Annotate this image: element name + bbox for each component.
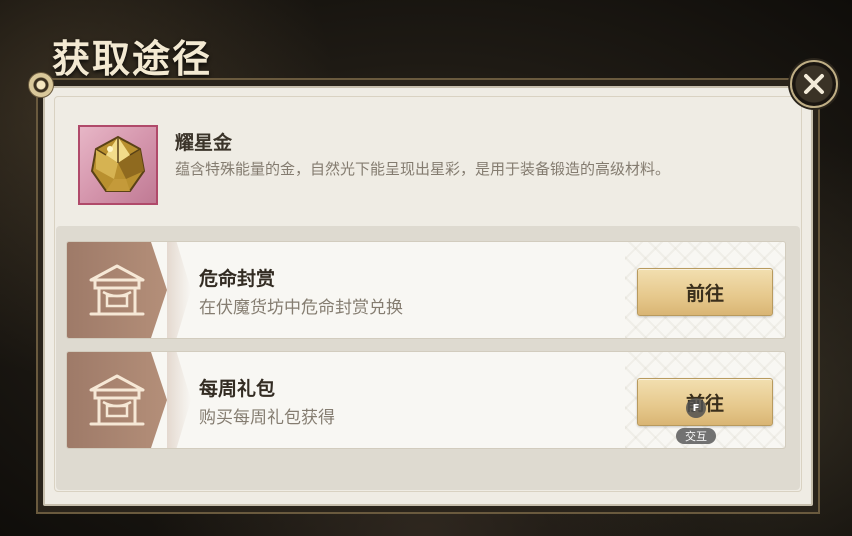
key-prompt-icon: F <box>686 398 706 418</box>
route-item-bounty: 危命封赏 在伏魔货坊中危命封赏兑换 前往 <box>66 241 786 339</box>
shop-icon <box>89 264 145 316</box>
route-title: 危命封赏 <box>199 268 276 290</box>
route-subtitle: 在伏魔货坊中危命封赏兑换 <box>199 298 403 318</box>
go-button[interactable]: 前往 <box>637 268 773 316</box>
card-accent-stripe <box>167 352 191 448</box>
interaction-label: 交互 <box>676 428 716 444</box>
page-title: 获取途径 <box>52 36 213 81</box>
shop-icon <box>89 374 145 426</box>
route-subtitle: 购买每周礼包获得 <box>199 408 335 428</box>
gold-ore-icon <box>90 135 146 192</box>
interaction-hint[interactable]: F 交互 <box>676 398 716 448</box>
close-icon <box>804 74 824 94</box>
route-title: 每周礼包 <box>199 378 276 400</box>
item-description: 蕴含特殊能量的金，自然光下能呈现出星彩，是用于装备锻造的高级材料。 <box>175 160 671 178</box>
corner-ornament-icon <box>28 72 54 98</box>
item-info: 耀星金 蕴含特殊能量的金，自然光下能呈现出星彩，是用于装备锻造的高级材料。 <box>60 110 796 220</box>
item-name: 耀星金 <box>175 132 233 154</box>
card-accent-stripe <box>167 242 191 338</box>
item-icon-frame <box>78 125 158 205</box>
close-button[interactable] <box>790 60 838 108</box>
